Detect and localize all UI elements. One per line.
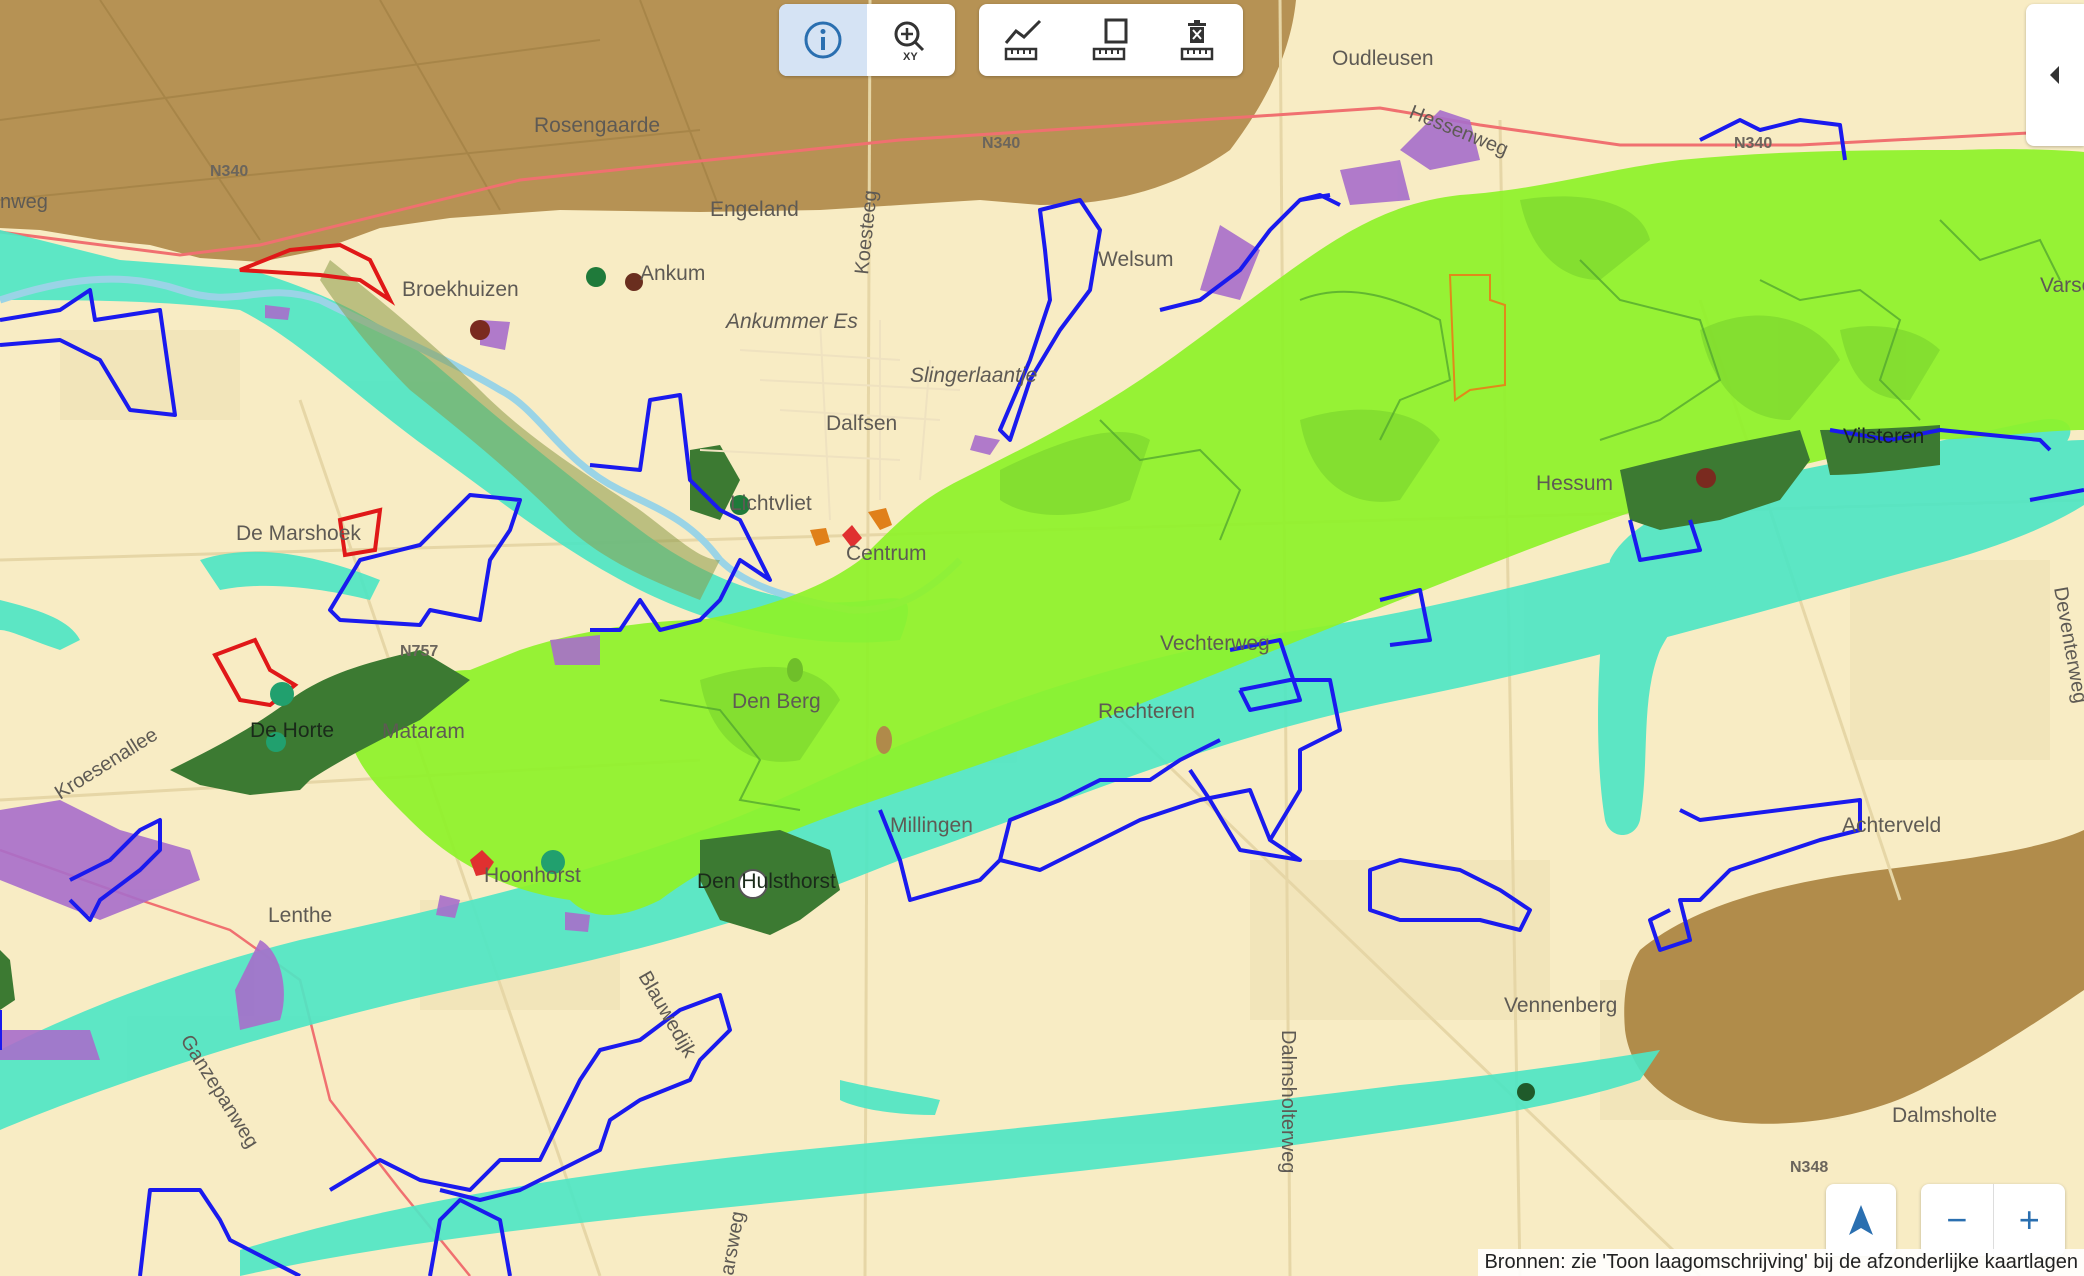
street-label-nweg: nweg [0, 191, 48, 213]
place-label-engeland: Engeland [710, 198, 799, 221]
measure-line-icon [1004, 19, 1042, 61]
place-label-achterveld: Achterveld [1842, 814, 1941, 837]
navigation-arrow-icon [1849, 1205, 1873, 1235]
chevron-left-icon [2050, 66, 2059, 84]
locate-button[interactable] [1826, 1184, 1896, 1256]
zoom-to-coordinate-button[interactable]: XY [867, 4, 955, 76]
place-label-rosengaarde: Rosengaarde [534, 114, 660, 137]
panel-toggle-button[interactable] [2026, 4, 2084, 146]
zoom-controls: − + [1921, 1184, 2065, 1256]
zoom-in-button[interactable]: + [1994, 1184, 2066, 1256]
info-icon [804, 21, 842, 59]
road-label-n340-b: N340 [982, 135, 1020, 152]
place-label-millingen: Millingen [890, 814, 973, 837]
place-label-slingerlaantje: Slingerlaantje [910, 364, 1037, 387]
svg-text:XY: XY [903, 51, 918, 62]
place-label-lenthe: Lenthe [268, 904, 332, 927]
road-label-n348: N348 [1790, 1159, 1828, 1176]
place-label-hoonhorst: Hoonhorst [484, 864, 581, 887]
place-label-den-berg: Den Berg [732, 690, 821, 713]
place-label-ankum: Ankum [640, 262, 705, 285]
place-label-rechteren: Rechteren [1098, 700, 1195, 723]
measure-line-button[interactable] [979, 4, 1067, 76]
place-label-dalmsholte: Dalmsholte [1892, 1104, 1997, 1127]
delete-measurement-button[interactable] [1155, 4, 1243, 76]
place-label-de-marshoek: De Marshoek [236, 522, 361, 545]
place-label-dalfsen: Dalfsen [826, 412, 897, 435]
map-attribution: Bronnen: zie 'Toon laagomschrijving' bij… [1478, 1249, 2084, 1276]
road-label-n340-a: N340 [210, 163, 248, 180]
zoom-out-button[interactable]: − [1921, 1184, 1994, 1256]
place-label-welsum: Welsum [1098, 248, 1173, 271]
place-label-vilsteren: Vilsteren [1843, 425, 1924, 448]
road-label-n340-c: N340 [1734, 135, 1772, 152]
info-button[interactable] [779, 4, 867, 76]
place-label-lichtvliet: Lichtvliet [730, 492, 812, 515]
place-label-broekhuizen: Broekhuizen [402, 278, 519, 301]
measure-area-icon [1092, 18, 1128, 61]
street-label-dalmsholterweg: Dalmsholterweg [1277, 1030, 1299, 1173]
place-label-hessum: Hessum [1536, 472, 1613, 495]
place-label-centrum: Centrum [846, 542, 927, 565]
delete-measurement-icon [1180, 20, 1214, 61]
place-label-vennenberg: Vennenberg [1504, 994, 1617, 1017]
place-label-de-horte: De Horte [250, 719, 334, 742]
place-label-mataram: Mataram [382, 720, 465, 743]
map-canvas[interactable]: N340 N340 N340 N757 N348 Hessenweg Koest… [0, 0, 2084, 1276]
place-label-vechterweg: Vechterweg [1160, 632, 1270, 655]
info-toolbar: XY [779, 4, 955, 76]
place-label-varsen: Varsen [2040, 274, 2084, 297]
zoom-coordinate-icon: XY [894, 21, 925, 62]
measure-toolbar [979, 4, 1243, 76]
place-label-oudleusen: Oudleusen [1332, 47, 1434, 70]
place-label-ankummer-es: Ankummer Es [724, 310, 858, 333]
measure-area-button[interactable] [1067, 4, 1155, 76]
place-label-den-hulsthorst: Den Hulsthorst [697, 870, 836, 893]
road-label-n757: N757 [400, 643, 438, 660]
